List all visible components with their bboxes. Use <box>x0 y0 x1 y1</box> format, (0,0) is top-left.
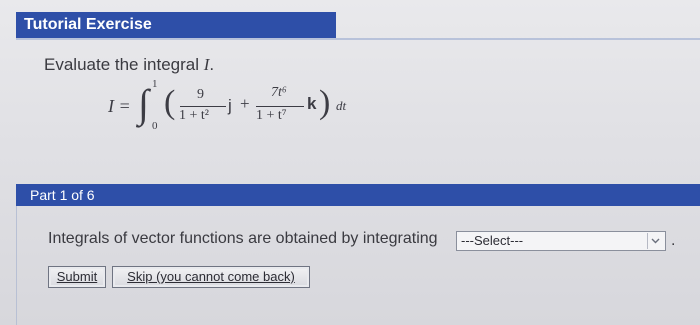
lower-limit: 0 <box>152 120 158 132</box>
select-value: ---Select--- <box>461 233 524 248</box>
prompt-text: Evaluate the integral <box>44 55 204 74</box>
term2-denominator: 1 + t⁷ <box>256 108 287 123</box>
term1-unit-vector: j <box>228 96 232 115</box>
formula-lhs: I = <box>108 96 131 116</box>
section-divider <box>16 38 700 40</box>
answer-select[interactable]: ---Select--- <box>456 231 666 251</box>
question-end-punct: . <box>671 232 676 249</box>
exercise-prompt: Evaluate the integral I. <box>44 55 214 75</box>
differential: dt <box>336 98 347 113</box>
chevron-down-icon[interactable] <box>647 233 663 249</box>
term2-unit-vector: k <box>307 94 317 113</box>
plus-sign: + <box>240 94 250 113</box>
integral-sign: ∫ <box>138 81 149 126</box>
term1-denominator: 1 + t² <box>179 108 209 123</box>
close-paren: ) <box>319 84 331 121</box>
skip-button[interactable]: Skip (you cannot come back) <box>112 266 310 288</box>
upper-limit: 1 <box>152 78 158 90</box>
submit-button[interactable]: Submit <box>48 266 106 288</box>
open-paren: ( <box>164 84 176 121</box>
question-text: Integrals of vector functions are obtain… <box>48 230 438 247</box>
integral-formula: I = ∫ 1 0 ( 9 1 + t² j + 7t⁶ 1 + t⁷ k ) … <box>108 78 368 134</box>
term2-fraction-bar <box>256 106 304 107</box>
term1-numerator: 9 <box>197 87 204 102</box>
prompt-end: . <box>209 55 215 74</box>
term2-numerator: 7t⁶ <box>271 85 287 100</box>
part-header: Part 1 of 6 <box>16 184 700 206</box>
term1-fraction-bar <box>180 106 226 107</box>
section-title: Tutorial Exercise <box>16 12 336 38</box>
